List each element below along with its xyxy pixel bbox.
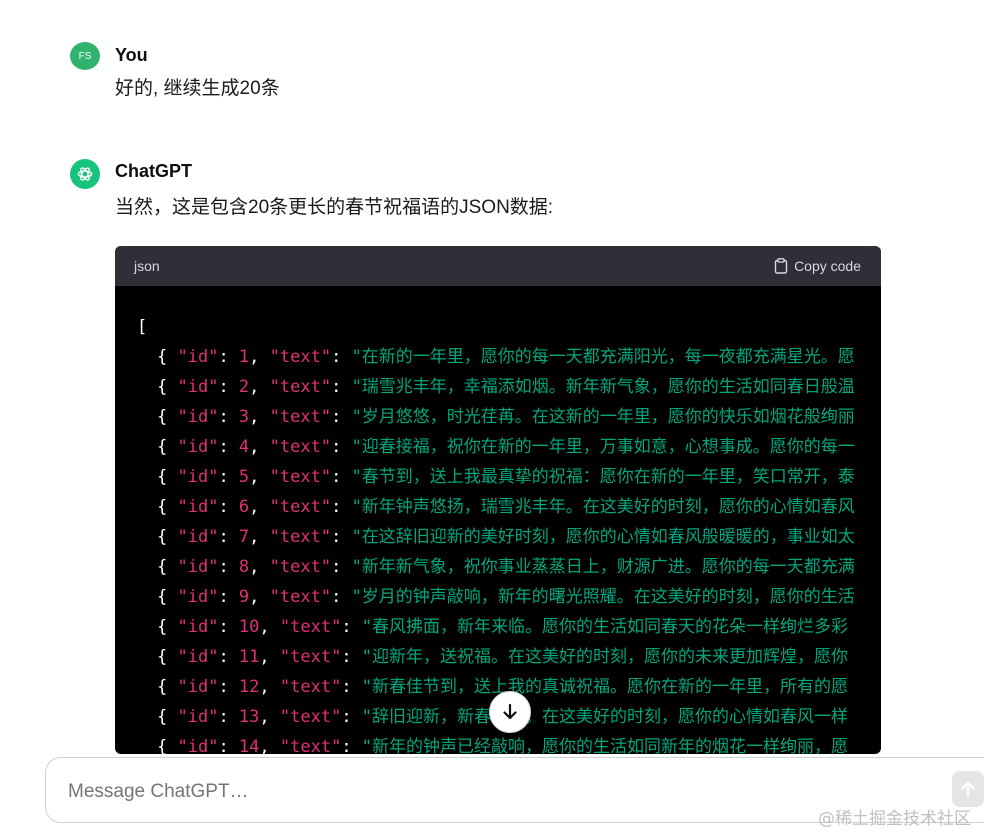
arrow-up-icon [961,781,975,798]
code-line: { "id": 3, "text": "岁月悠悠，时光荏苒。在这新的一年里，愿你… [157,407,855,427]
code-id-value: 1 [238,347,250,367]
code-text-value: "新年新气象，祝你事业蒸蒸日上，财源广进。愿你的每一天都充满 [351,557,855,577]
message-input[interactable] [66,780,870,804]
copy-code-button[interactable]: Copy code [774,258,861,274]
code-id-value: 3 [238,407,250,427]
code-id-value: 4 [238,437,250,457]
code-id-value: 14 [238,737,260,754]
code-line: { "id": 7, "text": "在这辞旧迎新的美好时刻，愿你的心情如春风… [157,527,855,547]
code-line: { "id": 8, "text": "新年新气象，祝你事业蒸蒸日上，财源广进。… [157,557,855,577]
clipboard-icon [774,258,788,274]
code-text-value: "迎春接福，祝你在新的一年里，万事如意，心想事成。愿你的每一 [351,437,855,457]
watermark: @稀土掘金技术社区 [818,809,971,829]
code-text-value: "春节到，送上我最真挚的祝福：愿你在新的一年里，笑口常开，泰 [351,467,855,487]
scroll-to-bottom-button[interactable] [489,691,531,733]
code-language-label: json [134,258,160,274]
assistant-intro-text: 当然，这是包含20条更长的春节祝福语的JSON数据: [115,197,554,218]
user-author-name: You [115,45,148,65]
copy-code-label: Copy code [794,258,861,274]
code-text-value: "春风拂面，新年来临。愿你的生活如同春天的花朵一样绚烂多彩 [361,617,849,637]
code-id-value: 7 [238,527,250,547]
code-text-value: "在这辞旧迎新的美好时刻，愿你的心情如春风般暖暖的，事业如太 [351,527,855,547]
code-line: { "id": 2, "text": "瑞雪兆丰年，幸福添如烟。新年新气象，愿你… [157,377,855,397]
code-line: { "id": 4, "text": "迎春接福，祝你在新的一年里，万事如意，心… [157,437,855,457]
code-id-value: 8 [238,557,250,577]
code-id-value: 9 [238,587,250,607]
code-text-value: "新年的钟声已经敲响，愿你的生活如同新年的烟花一样绚丽，愿 [361,737,849,754]
user-avatar-initials: FS [78,50,92,62]
code-text-value: "岁月的钟声敲响，新年的曙光照耀。在这美好的时刻，愿你的生活 [351,587,855,607]
chatgpt-logo-icon [70,159,100,189]
code-text-value: "瑞雪兆丰年，幸福添如烟。新年新气象，愿你的生活如同春日般温 [351,377,855,397]
code-text-value: "岁月悠悠，时光荏苒。在这新的一年里，愿你的快乐如烟花般绚丽 [351,407,855,427]
user-message-text: 好的, 继续生成20条 [115,78,280,99]
code-line: { "id": 1, "text": "在新的一年里，愿你的每一天都充满阳光，每… [157,347,855,367]
code-id-value: 2 [238,377,250,397]
code-text-value: "在新的一年里，愿你的每一天都充满阳光，每一夜都充满星光。愿 [351,347,855,367]
code-id-value: 10 [238,617,260,637]
code-id-value: 6 [238,497,250,517]
code-text-value: "辞旧迎新，新春将至。在这美好的时刻，愿你的心情如春风一样 [361,707,849,727]
code-line: { "id": 6, "text": "新年钟声悠扬，瑞雪兆丰年。在这美好的时刻… [157,497,855,517]
code-id-value: 12 [238,677,260,697]
send-button[interactable] [952,771,984,807]
code-line: { "id": 11, "text": "迎新年，送祝福。在这美好的时刻，愿你的… [157,647,849,667]
code-text-value: "新春佳节到，送上我的真诚祝福。愿你在新的一年里，所有的愿 [361,677,849,697]
arrow-down-icon [503,703,517,720]
code-block-header: json Copy code [115,246,881,286]
code-content: [ { "id": 1, "text": "在新的一年里，愿你的每一天都充满阳光… [115,286,881,754]
code-id-value: 13 [238,707,260,727]
openai-knot-icon [77,167,93,181]
code-id-value: 5 [238,467,250,487]
code-text-value: "迎新年，送祝福。在这美好的时刻，愿你的未来更加辉煌，愿你 [361,647,849,667]
code-line: { "id": 10, "text": "春风拂面，新年来临。愿你的生活如同春天… [157,617,849,637]
code-id-value: 11 [238,647,260,667]
code-text-value: "新年钟声悠扬，瑞雪兆丰年。在这美好的时刻，愿你的心情如春风 [351,497,855,517]
code-line: { "id": 14, "text": "新年的钟声已经敲响，愿你的生活如同新年… [137,732,881,754]
code-block: json Copy code [ { "id": 1, "text": "在新的… [115,246,881,754]
user-avatar: FS [70,42,100,70]
assistant-author-name: ChatGPT [115,161,193,181]
code-line: { "id": 9, "text": "岁月的钟声敲响，新年的曙光照耀。在这美好… [157,587,855,607]
code-line: { "id": 5, "text": "春节到，送上我最真挚的祝福：愿你在新的一… [157,467,855,487]
code-open-bracket: [ [137,317,148,337]
